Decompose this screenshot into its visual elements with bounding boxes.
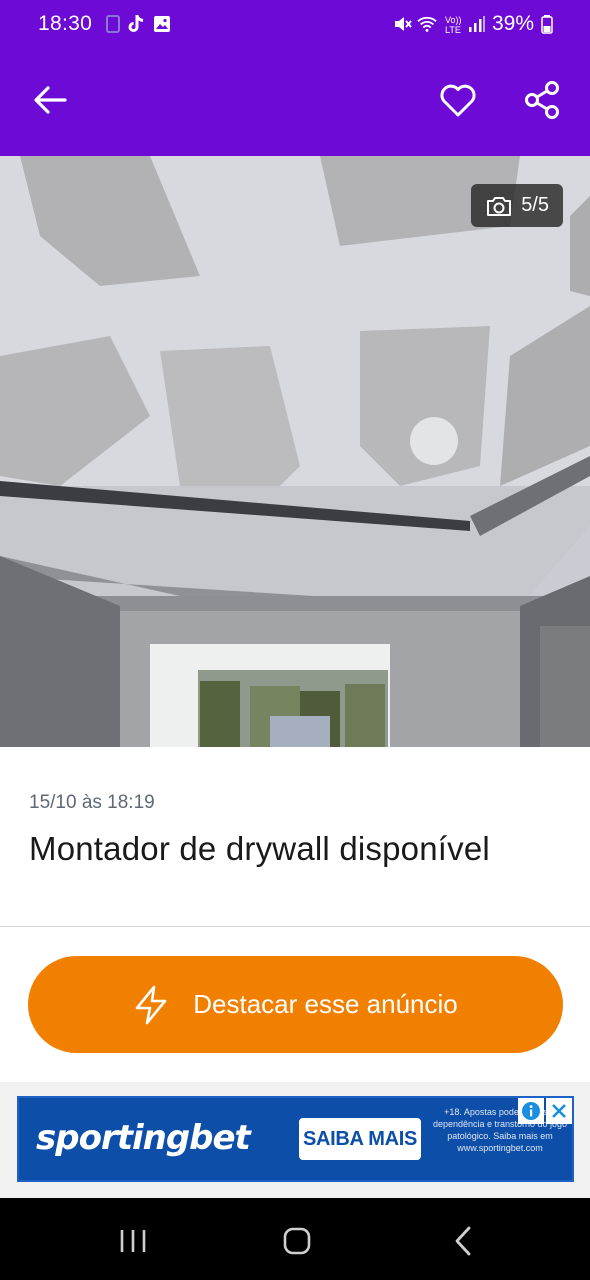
divider — [0, 926, 590, 927]
home-button[interactable] — [267, 1216, 327, 1266]
home-icon — [283, 1227, 311, 1255]
ad-controls — [518, 1098, 572, 1124]
sim-icon — [103, 13, 123, 35]
recents-icon — [120, 1230, 146, 1252]
camera-icon — [487, 196, 512, 216]
ad-banner[interactable]: sportingbet SAIBA MAIS +18. Apostas pode… — [17, 1096, 574, 1182]
ad-cta-button[interactable]: SAIBA MAIS — [299, 1118, 421, 1160]
status-time: 18:30 — [38, 12, 93, 35]
ad-area: sportingbet SAIBA MAIS +18. Apostas pode… — [0, 1082, 590, 1198]
battery-icon — [540, 13, 554, 35]
mute-icon — [393, 13, 413, 35]
lightning-icon — [135, 985, 167, 1024]
ceiling-photo-image — [0, 156, 590, 747]
recents-button[interactable] — [103, 1216, 163, 1266]
highlight-ad-button[interactable]: Destacar esse anúncio — [28, 956, 563, 1053]
back-arrow-icon — [34, 86, 67, 114]
nav-back-button[interactable] — [433, 1216, 493, 1266]
share-button[interactable] — [514, 72, 570, 128]
app-header: 18:30 Vo)) LTE 39% — [0, 0, 590, 156]
ad-brand: sportingbet — [36, 1118, 251, 1158]
screen: 18:30 Vo)) LTE 39% 5/5 15/10 às 18:19 Mo… — [0, 0, 590, 1280]
heart-icon — [440, 84, 476, 117]
signal-icon — [467, 13, 487, 35]
listing-date: 15/10 às 18:19 — [29, 792, 155, 813]
back-icon — [455, 1226, 471, 1256]
tiktok-icon — [126, 13, 146, 35]
volte-icon: Vo)) LTE — [443, 13, 467, 35]
share-icon — [525, 81, 559, 119]
close-icon[interactable] — [546, 1098, 572, 1124]
highlight-ad-label: Destacar esse anúncio — [193, 989, 458, 1019]
favorite-button[interactable] — [430, 72, 486, 128]
svg-text:Vo)): Vo)) — [445, 15, 462, 25]
photo-counter: 5/5 — [471, 184, 563, 227]
status-bar: 18:30 Vo)) LTE 39% — [0, 0, 590, 50]
battery-percent: 39% — [492, 12, 535, 35]
svg-text:LTE: LTE — [445, 25, 461, 34]
gallery-icon — [152, 13, 172, 35]
listing-info: 15/10 às 18:19 Montador de drywall dispo… — [0, 747, 590, 927]
listing-title: Montador de drywall disponível — [29, 830, 490, 867]
back-button[interactable] — [22, 72, 78, 128]
photo-counter-text: 5/5 — [521, 194, 549, 216]
system-nav-bar — [0, 1198, 590, 1280]
wifi-icon — [417, 13, 437, 35]
listing-photo[interactable]: 5/5 — [0, 156, 590, 747]
info-icon[interactable] — [518, 1098, 544, 1124]
